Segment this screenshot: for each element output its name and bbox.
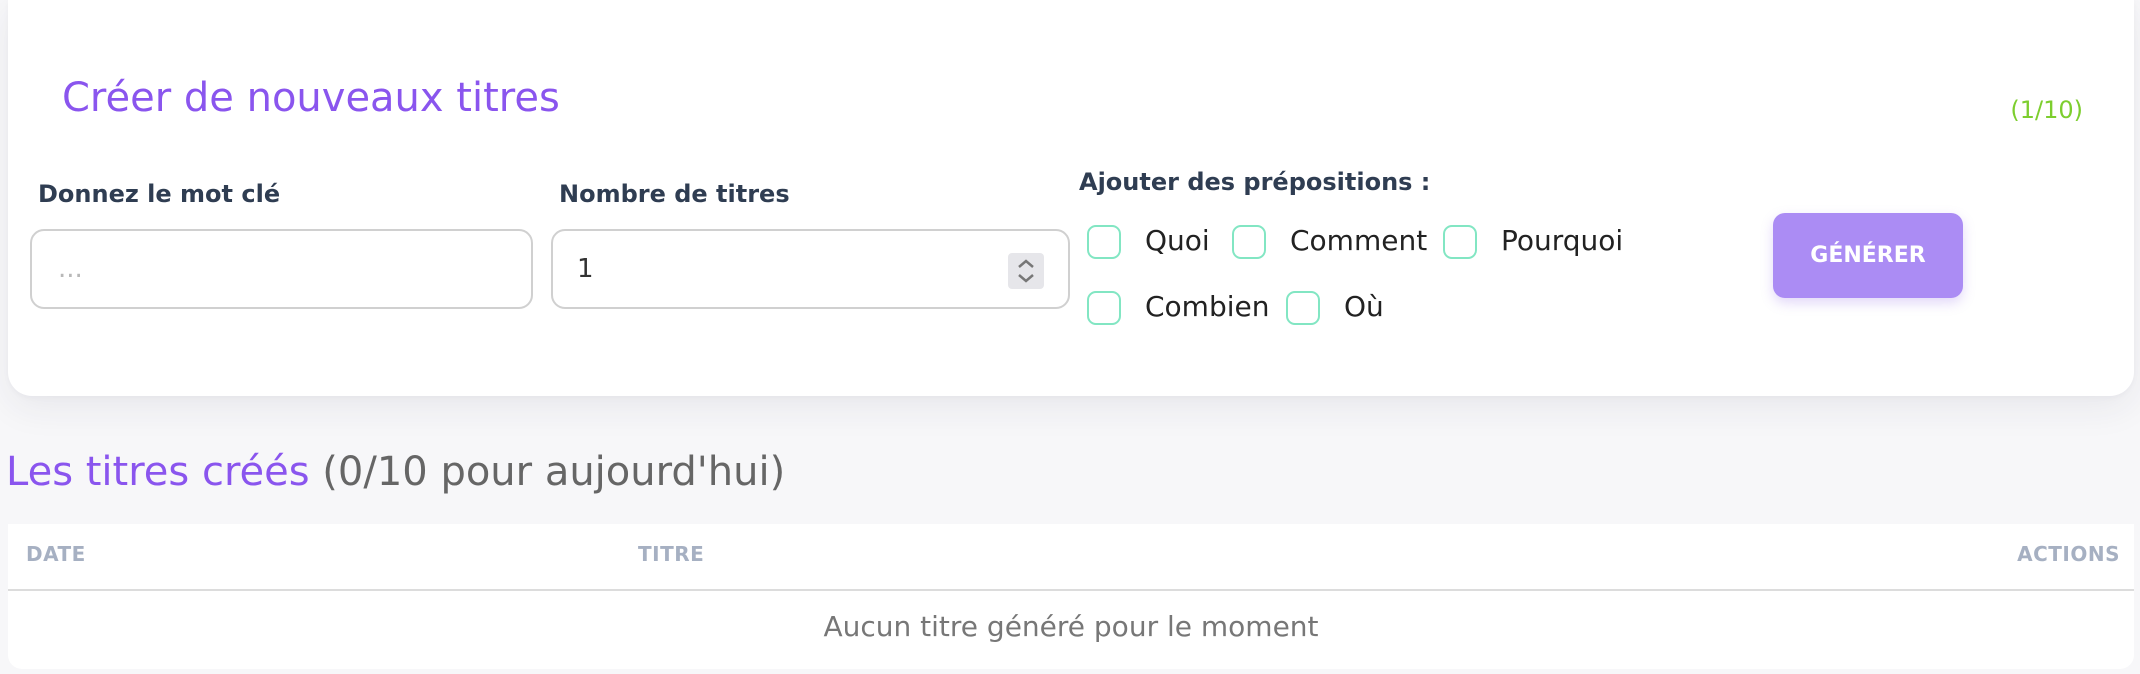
- titles-table: DATE TITRE ACTIONS Aucun titre généré po…: [8, 524, 2134, 669]
- column-header-actions: ACTIONS: [2017, 542, 2120, 566]
- daily-quota: (0/10 pour aujourd'hui): [322, 449, 786, 495]
- checkbox-box[interactable]: [1087, 291, 1121, 325]
- title-count-input[interactable]: 1: [551, 229, 1070, 309]
- title-generator-card: Créer de nouveaux titres (1/10) Donnez l…: [8, 0, 2134, 396]
- generated-titles-heading: Les titres créés (0/10 pour aujourd'hui): [6, 448, 785, 496]
- table-divider: [8, 589, 2134, 591]
- checkbox-label: Comment: [1290, 224, 1428, 257]
- prepositions-label: Ajouter des prépositions :: [1079, 168, 1431, 196]
- checkbox-label: Quoi: [1145, 224, 1210, 257]
- checkbox-box[interactable]: [1286, 291, 1320, 325]
- title-count-value: 1: [577, 254, 594, 284]
- generate-button[interactable]: GÉNÉRER: [1773, 213, 1963, 298]
- usage-counter: (1/10): [2010, 96, 2083, 124]
- keyword-label: Donnez le mot clé: [38, 180, 281, 208]
- title-count-label: Nombre de titres: [559, 180, 790, 208]
- keyword-input[interactable]: ...: [30, 229, 533, 309]
- checkbox-label: Où: [1344, 290, 1384, 323]
- checkbox-box[interactable]: [1232, 225, 1266, 259]
- column-header-title[interactable]: TITRE: [638, 542, 704, 566]
- checkbox-box[interactable]: [1087, 225, 1121, 259]
- checkbox-box[interactable]: [1443, 225, 1477, 259]
- generated-titles-title: Les titres créés: [6, 449, 310, 495]
- column-header-date[interactable]: DATE: [26, 542, 86, 566]
- form-title: Créer de nouveaux titres: [62, 75, 560, 121]
- empty-state-message: Aucun titre généré pour le moment: [823, 610, 1319, 643]
- chevron-up-down-icon[interactable]: [1008, 253, 1044, 289]
- checkbox-label: Combien: [1145, 290, 1270, 323]
- keyword-placeholder: ...: [58, 254, 83, 284]
- checkbox-label: Pourquoi: [1501, 224, 1624, 257]
